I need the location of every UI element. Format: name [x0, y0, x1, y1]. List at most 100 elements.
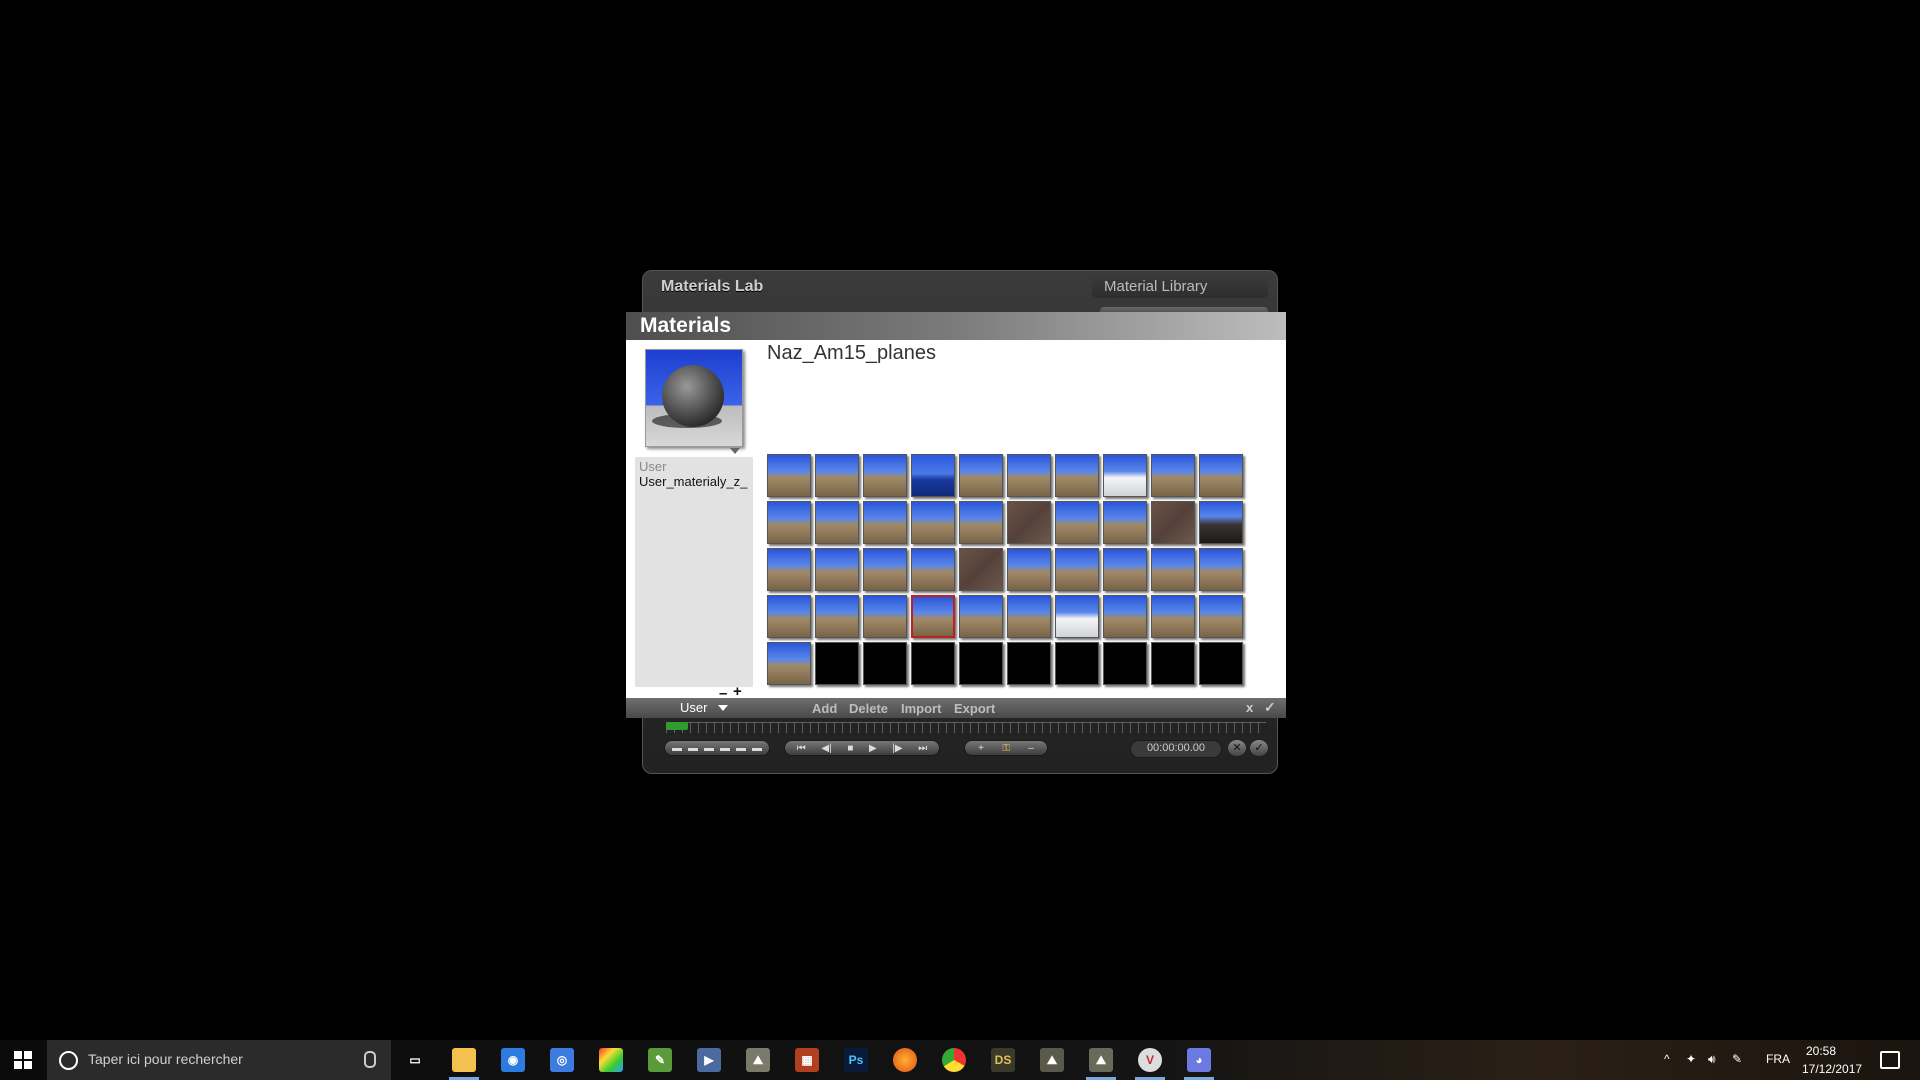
daz-studio-icon[interactable]: DS [991, 1048, 1015, 1072]
chrome-icon[interactable] [942, 1048, 966, 1072]
material-thumbnail[interactable] [1055, 501, 1099, 544]
vivaldi-icon[interactable]: V [1138, 1048, 1162, 1072]
material-thumbnail[interactable] [911, 454, 955, 497]
material-thumbnail[interactable] [767, 595, 811, 638]
material-thumbnail[interactable] [863, 595, 907, 638]
empty-material-slot[interactable] [1199, 642, 1243, 685]
material-thumbnail[interactable] [767, 548, 811, 591]
material-thumbnail[interactable] [1055, 454, 1099, 497]
material-thumbnail[interactable] [815, 548, 859, 591]
close-button[interactable]: x [1246, 700, 1253, 715]
material-thumbnail[interactable] [959, 501, 1003, 544]
bryce-active-icon[interactable]: ⛰ [1089, 1048, 1113, 1072]
material-thumbnail[interactable] [815, 501, 859, 544]
playback-controls[interactable]: ⏮ ◀| ■ ▶ |▶ ⏭ [784, 740, 940, 756]
material-thumbnail[interactable] [1055, 595, 1099, 638]
ok-button[interactable]: ✓ [1264, 699, 1276, 716]
material-thumbnail[interactable] [911, 501, 955, 544]
chevron-up-icon[interactable]: ^ [1664, 1052, 1670, 1066]
step-back-icon[interactable]: ◀| [821, 743, 831, 754]
material-thumbnail[interactable] [815, 454, 859, 497]
app-icon-4[interactable]: ✎ [648, 1048, 672, 1072]
timeline-scrubber[interactable] [666, 722, 1266, 733]
firefox-icon[interactable] [893, 1048, 917, 1072]
play-icon[interactable]: ▶ [869, 743, 877, 754]
material-thumbnail[interactable] [1199, 501, 1243, 544]
app-icon-1[interactable]: ◉ [501, 1048, 525, 1072]
photoshop-icon[interactable]: Ps [844, 1048, 868, 1072]
material-thumbnail[interactable] [959, 454, 1003, 497]
material-thumbnail[interactable] [1007, 454, 1051, 497]
stop-icon[interactable]: ■ [847, 743, 853, 754]
app-icon-3[interactable] [599, 1048, 623, 1072]
app-icon-5[interactable]: ▦ [795, 1048, 819, 1072]
dropbox-icon[interactable]: ✦ [1686, 1052, 1696, 1066]
add-key-icon[interactable]: + [978, 743, 984, 754]
material-thumbnail[interactable] [1103, 454, 1147, 497]
language-indicator[interactable]: FRA [1766, 1052, 1790, 1066]
empty-material-slot[interactable] [815, 642, 859, 685]
bryce-icon[interactable]: ⛰ [1040, 1048, 1064, 1072]
material-thumbnail[interactable] [863, 454, 907, 497]
microphone-icon[interactable] [364, 1051, 376, 1068]
preview-dropdown-icon[interactable] [730, 448, 740, 454]
material-thumbnail[interactable] [1103, 548, 1147, 591]
start-button[interactable] [0, 1040, 46, 1080]
empty-material-slot[interactable] [1151, 642, 1195, 685]
material-thumbnail[interactable] [1151, 454, 1195, 497]
material-thumbnail[interactable] [959, 595, 1003, 638]
material-thumbnail[interactable] [767, 642, 811, 685]
material-thumbnail[interactable] [1103, 595, 1147, 638]
empty-material-slot[interactable] [1055, 642, 1099, 685]
material-thumbnail[interactable] [863, 548, 907, 591]
material-thumbnail[interactable] [863, 501, 907, 544]
material-thumbnail[interactable] [1007, 548, 1051, 591]
add-button[interactable]: Add [812, 701, 837, 716]
material-thumbnail[interactable] [1199, 454, 1243, 497]
material-thumbnail[interactable] [959, 548, 1003, 591]
discord-icon[interactable]: ◕ [1187, 1048, 1211, 1072]
empty-material-slot[interactable] [1103, 642, 1147, 685]
material-thumbnail[interactable] [1199, 548, 1243, 591]
clock-date[interactable]: 17/12/2017 [1802, 1062, 1862, 1076]
task-view-icon[interactable]: ▭ [403, 1048, 427, 1072]
terrain-app-icon[interactable]: ⛰ [746, 1048, 770, 1072]
chevron-down-icon[interactable] [718, 705, 728, 711]
material-thumbnail[interactable] [767, 501, 811, 544]
material-preview[interactable] [645, 349, 743, 447]
material-thumbnail[interactable] [1199, 595, 1243, 638]
cancel-button[interactable]: ✕ [1228, 740, 1246, 756]
empty-material-slot[interactable] [863, 642, 907, 685]
timeline-marker[interactable] [666, 722, 688, 730]
material-thumbnail[interactable] [911, 548, 955, 591]
material-thumbnail[interactable] [1007, 501, 1051, 544]
material-thumbnail[interactable] [767, 454, 811, 497]
export-button[interactable]: Export [954, 701, 995, 716]
confirm-button[interactable]: ✓ [1250, 740, 1268, 756]
rewind-start-icon[interactable]: ⏮ [797, 743, 806, 754]
material-thumbnail[interactable] [1151, 501, 1195, 544]
remove-key-icon[interactable]: – [1028, 743, 1034, 754]
keyframe-controls[interactable]: + ⚿ – [964, 740, 1048, 756]
clock-time[interactable]: 20:58 [1806, 1044, 1836, 1058]
material-thumbnail[interactable] [815, 595, 859, 638]
material-thumbnail[interactable] [1151, 548, 1195, 591]
pen-icon[interactable]: ✎ [1732, 1052, 1742, 1066]
app-icon-2[interactable]: ◎ [550, 1048, 574, 1072]
material-thumbnail[interactable] [1151, 595, 1195, 638]
material-thumbnail[interactable] [1055, 548, 1099, 591]
empty-material-slot[interactable] [1007, 642, 1051, 685]
step-forward-icon[interactable]: |▶ [892, 743, 902, 754]
taskbar-search[interactable]: Taper ici pour rechercher [47, 1040, 391, 1080]
media-icon[interactable]: ▶ [697, 1048, 721, 1072]
volume-icon[interactable]: 🔊︎ [1708, 1052, 1716, 1067]
import-button[interactable]: Import [901, 701, 941, 716]
notifications-icon[interactable] [1880, 1051, 1900, 1069]
file-explorer-icon[interactable] [452, 1048, 476, 1072]
material-thumbnail[interactable] [911, 595, 955, 638]
material-library-tab[interactable]: Material Library [1092, 276, 1268, 298]
empty-material-slot[interactable] [911, 642, 955, 685]
delete-button[interactable]: Delete [849, 701, 888, 716]
category-item[interactable]: User_materialy_z_ [639, 474, 751, 489]
empty-material-slot[interactable] [959, 642, 1003, 685]
